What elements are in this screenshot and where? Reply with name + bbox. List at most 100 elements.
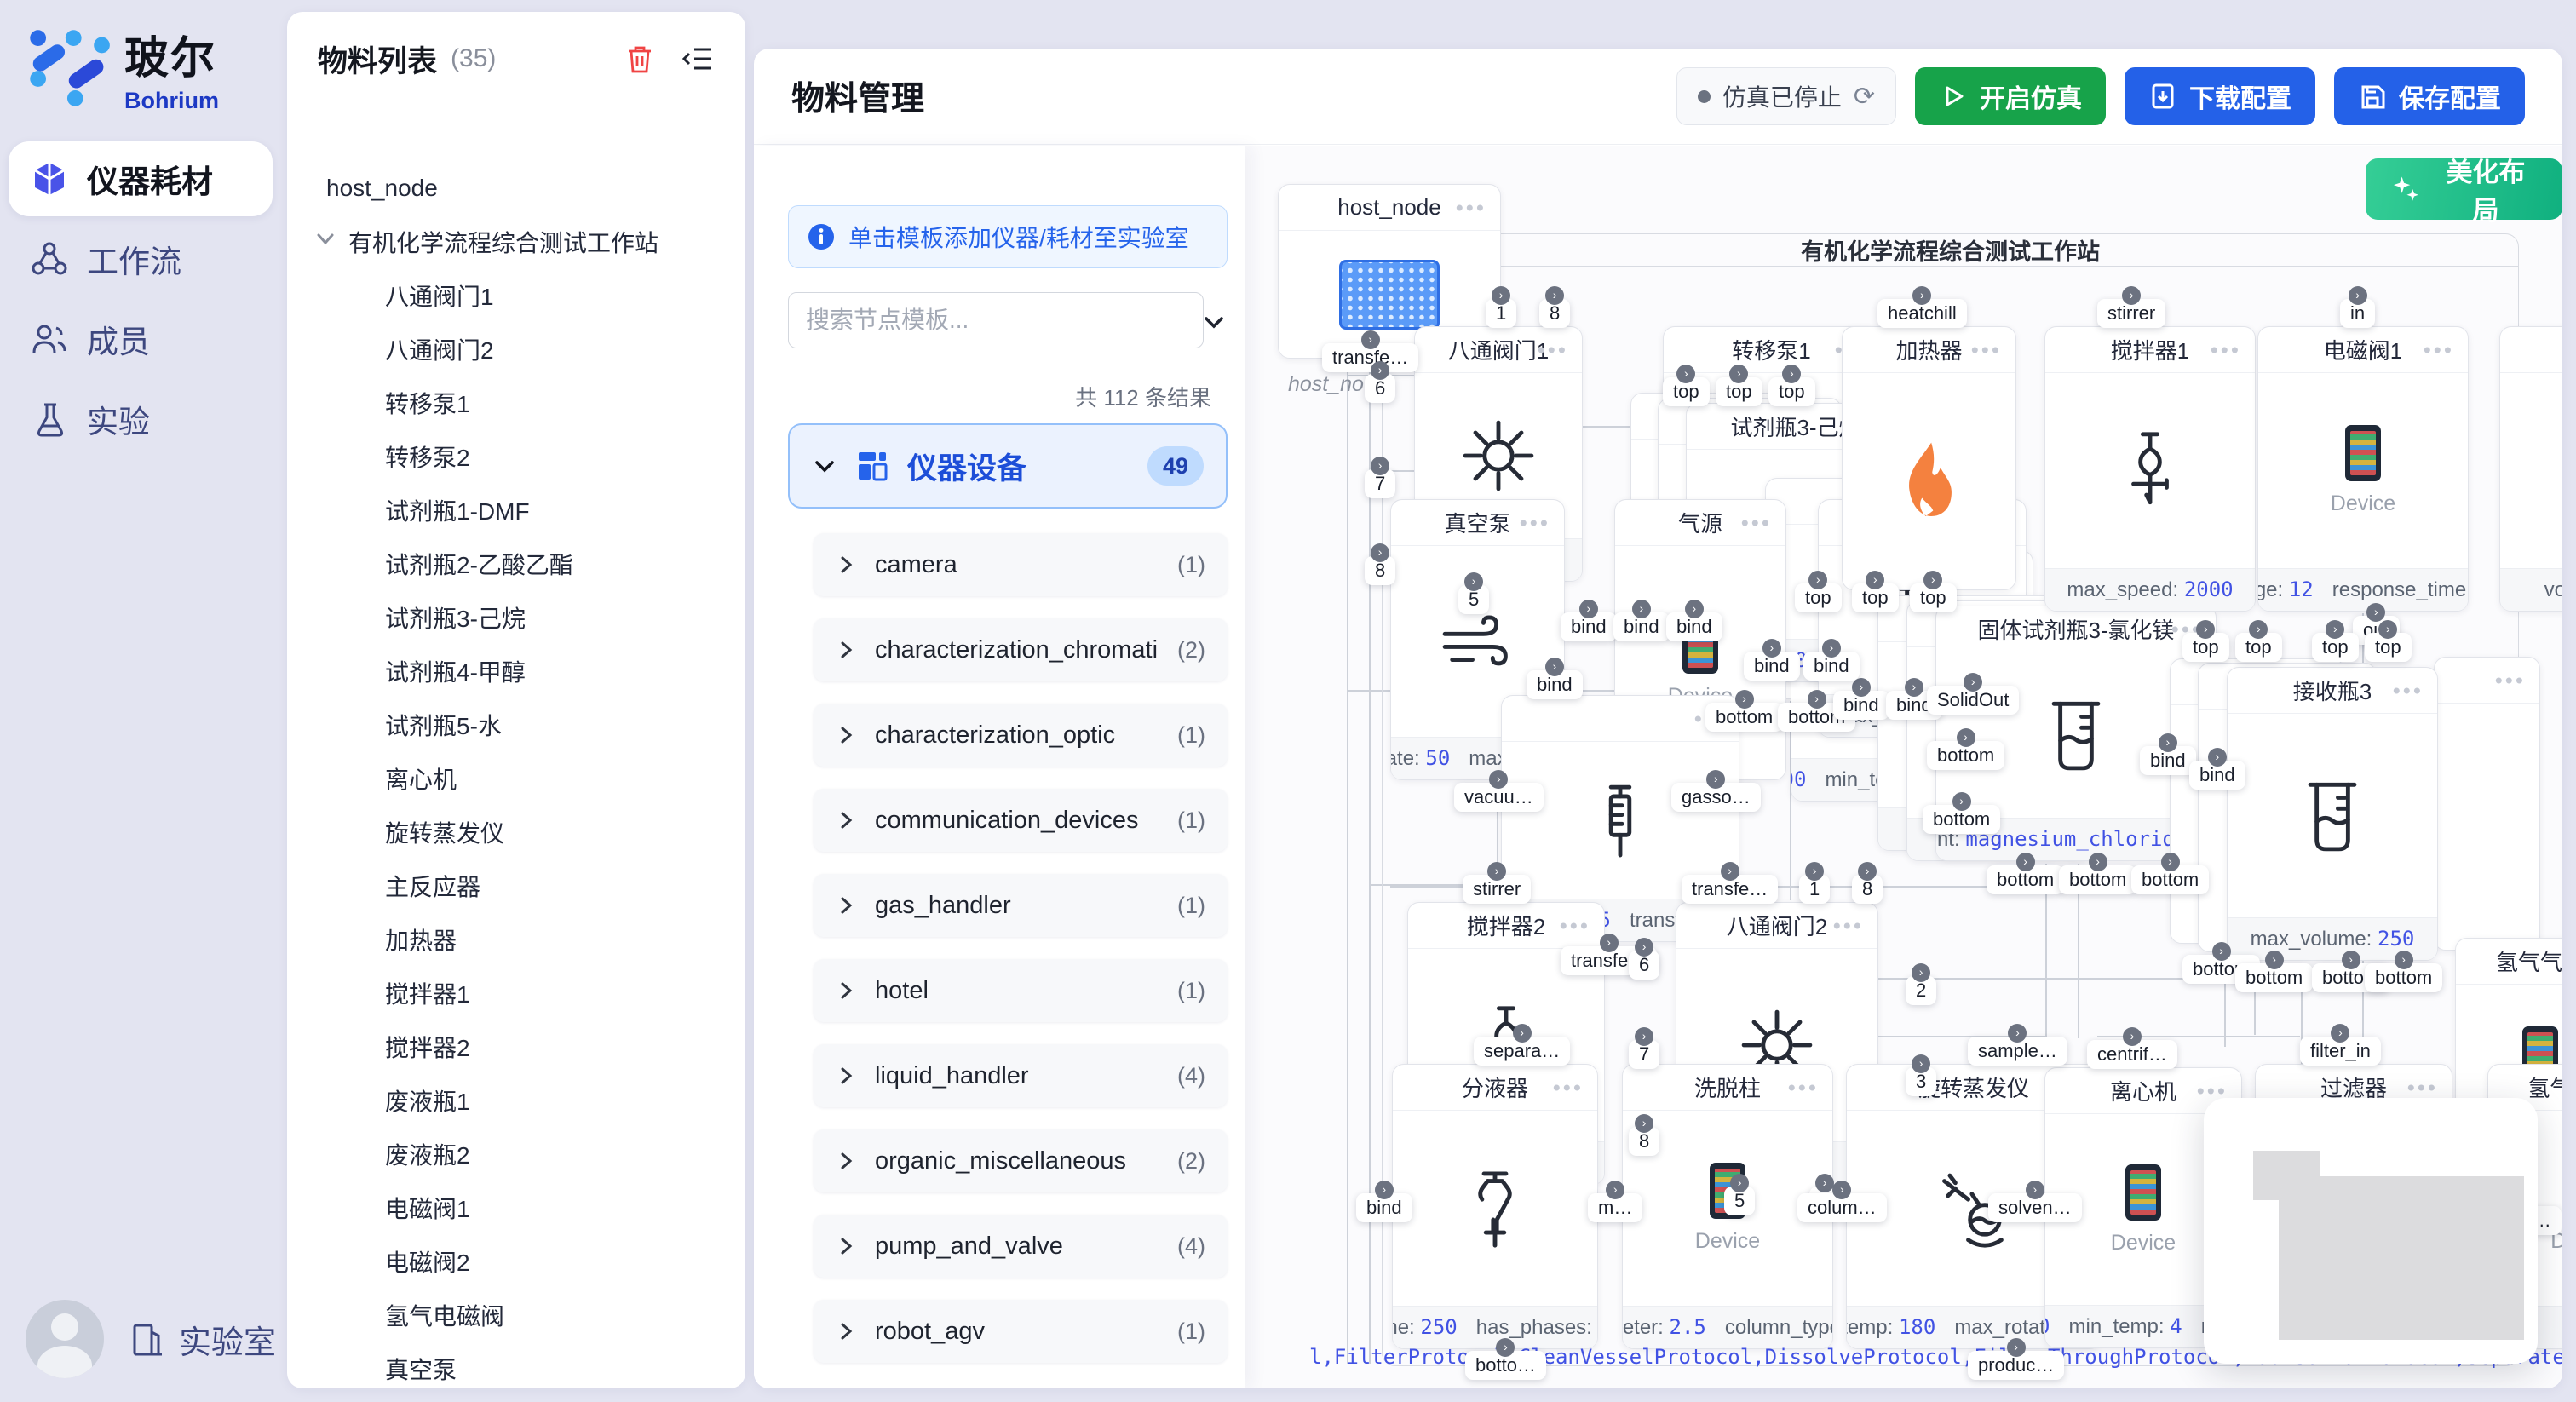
port-in[interactable]: in (2340, 299, 2375, 328)
save-config-button[interactable]: 保存配置 (2334, 67, 2525, 125)
port-top[interactable]: top (2312, 633, 2359, 662)
start-simulation-button[interactable]: 开启仿真 (1915, 67, 2106, 125)
category-row-gas_handler[interactable]: gas_handler(1) (814, 874, 1228, 937)
port-bind[interactable]: bind (1356, 1193, 1412, 1222)
port-transfe[interactable]: transfe… (1682, 875, 1778, 904)
chevron-down-icon[interactable] (1201, 309, 1227, 335)
node-menu-icon[interactable]: ••• (1833, 912, 1864, 939)
port-solven[interactable]: solven… (1988, 1193, 2082, 1222)
node-solenoid-valve-2[interactable]: •••voltage: 12 (2499, 326, 2562, 612)
port-8[interactable]: 8 (1852, 875, 1883, 904)
flow-canvas[interactable]: 有机化学流程综合测试工作站 host_node•••host_no…八通阀门1•… (1245, 146, 2562, 1388)
tree-item[interactable]: 试剂瓶2-乙酸乙酯 (287, 537, 745, 590)
port-5[interactable]: 5 (1458, 585, 1489, 614)
tree-item[interactable]: 八通阀门1 (287, 268, 745, 322)
port-1[interactable]: 1 (1799, 875, 1830, 904)
port-centrif[interactable]: centrif… (2087, 1040, 2177, 1069)
beautify-layout-button[interactable]: 美化布局 (2366, 158, 2562, 220)
node-menu-icon[interactable]: ••• (2211, 336, 2241, 363)
port-2[interactable]: 2 (1906, 976, 1936, 1005)
avatar[interactable] (26, 1300, 104, 1378)
node-solenoid-valve-1[interactable]: 电磁阀1•••Devicevoltage: 12response_time: 0… (2257, 326, 2469, 612)
tree-item[interactable]: 试剂瓶5-水 (287, 698, 745, 751)
port-SolidOut[interactable]: SolidOut (1927, 686, 2019, 715)
tree-item[interactable]: 搅拌器1 (287, 966, 745, 1020)
tree-item[interactable]: 废液瓶2 (287, 1127, 745, 1181)
port-8[interactable]: 8 (1365, 556, 1395, 585)
tree-item[interactable]: 废液瓶1 (287, 1073, 745, 1127)
category-row-liquid_handler[interactable]: liquid_handler(4) (814, 1044, 1228, 1107)
simulation-status-pill[interactable]: 仿真已停止 ⟳ (1676, 67, 1896, 125)
category-group-instruments[interactable]: 仪器设备 49 (788, 423, 1228, 509)
sidebar-item-instruments[interactable]: 仪器耗材 (9, 141, 273, 216)
port-6[interactable]: 6 (1629, 951, 1659, 980)
tree-item[interactable]: 真空泵 (287, 1342, 745, 1388)
tree-item[interactable]: 试剂瓶4-甲醇 (287, 644, 745, 698)
port-gasso[interactable]: gasso… (1671, 783, 1761, 812)
port-bind[interactable]: bind (1561, 612, 1617, 641)
tree-item[interactable]: 有机化学流程综合测试工作站 (287, 215, 745, 268)
category-row-pump_and_valve[interactable]: pump_and_valve(4) (814, 1215, 1228, 1278)
port-colum[interactable]: colum… (1797, 1193, 1887, 1222)
node-separator[interactable]: 分液器•••volume: 250has_phases: true (1392, 1064, 1598, 1349)
category-row-organic_miscellaneous[interactable]: organic_miscellaneous(2) (814, 1129, 1228, 1192)
port-7[interactable]: 7 (1629, 1040, 1659, 1069)
node-menu-icon[interactable]: ••• (2407, 1074, 2438, 1100)
node-heater[interactable]: 加热器••• (1842, 326, 2016, 590)
tree-item[interactable]: 试剂瓶1-DMF (287, 483, 745, 537)
port-sample[interactable]: sample… (1968, 1037, 2067, 1066)
port-bind[interactable]: bind (1803, 652, 1860, 681)
tree-item[interactable]: 离心机 (287, 751, 745, 805)
download-config-button[interactable]: 下载配置 (2125, 67, 2315, 125)
category-row-robot_agv[interactable]: robot_agv(1) (814, 1300, 1228, 1363)
port-5[interactable]: 5 (1724, 1187, 1755, 1215)
port-8[interactable]: 8 (1539, 299, 1570, 328)
refresh-icon[interactable]: ⟳ (1854, 82, 1875, 112)
tree-item[interactable]: 试剂瓶3-己烷 (287, 590, 745, 644)
port-bottom[interactable]: bottom (2365, 963, 2442, 992)
port-bottom[interactable]: bottom (2059, 865, 2136, 894)
port-7[interactable]: 7 (1365, 469, 1395, 498)
node-stirrer-1[interactable]: 搅拌器1•••max_speed: 2000 (2044, 326, 2256, 612)
tree-item[interactable]: 转移泵1 (287, 376, 745, 429)
chevron-down-icon[interactable] (314, 227, 348, 256)
port-bind[interactable]: bind (2189, 761, 2245, 790)
lab-link[interactable]: 实验室 (126, 1316, 276, 1363)
port-m[interactable]: m… (1588, 1193, 1642, 1222)
tree-item[interactable]: 搅拌器2 (287, 1020, 745, 1073)
port-filterin[interactable]: filter_in (2300, 1037, 2381, 1066)
port-top[interactable]: top (2235, 633, 2282, 662)
category-row-characterization_optic[interactable]: characterization_optic(1) (814, 704, 1228, 767)
sidebar-item-workflow[interactable]: 工作流 (9, 221, 273, 296)
port-6[interactable]: 6 (1365, 374, 1395, 403)
trash-icon[interactable] (623, 42, 657, 76)
node-menu-icon[interactable]: ••• (1456, 194, 1486, 221)
sidebar-item-members[interactable]: 成员 (9, 302, 273, 376)
port-stirrer[interactable]: stirrer (2097, 299, 2165, 328)
port-top[interactable]: top (1663, 377, 1710, 406)
tree-item[interactable]: 八通阀门2 (287, 322, 745, 376)
node-menu-icon[interactable]: ••• (1520, 509, 1550, 536)
port-bind[interactable]: bind (1744, 652, 1800, 681)
tree-item[interactable]: 旋转蒸发仪 (287, 805, 745, 859)
port-top[interactable]: top (1716, 377, 1762, 406)
tree-item[interactable]: 加热器 (287, 912, 745, 966)
port-top[interactable]: top (1768, 377, 1815, 406)
node-menu-icon[interactable]: ••• (2424, 336, 2454, 363)
tree-item[interactable]: 转移泵2 (287, 429, 745, 483)
port-bottom[interactable]: bottom (1987, 865, 2064, 894)
port-bind[interactable]: bind (1527, 670, 1583, 699)
port-3[interactable]: 3 (1906, 1067, 1936, 1096)
port-top[interactable]: top (1910, 583, 1957, 612)
port-bottom[interactable]: bottom (2235, 963, 2313, 992)
port-bind[interactable]: bind (1613, 612, 1670, 641)
category-row-characterization_chromatic[interactable]: characterization_chromatic(2) (814, 618, 1228, 681)
tree-item[interactable]: 主反应器 (287, 859, 745, 912)
tree-item[interactable]: host_node (287, 161, 745, 215)
port-bottom[interactable]: bottom (1705, 703, 1783, 732)
node-receiver-bottle-3[interactable]: 接收瓶3•••max_volume: 250 (2227, 667, 2438, 961)
port-1[interactable]: 1 (1486, 299, 1516, 328)
node-menu-icon[interactable]: ••• (1788, 1074, 1819, 1100)
category-row-hotel[interactable]: hotel(1) (814, 959, 1228, 1022)
tree-item[interactable]: 氢气电磁阀 (287, 1288, 745, 1342)
